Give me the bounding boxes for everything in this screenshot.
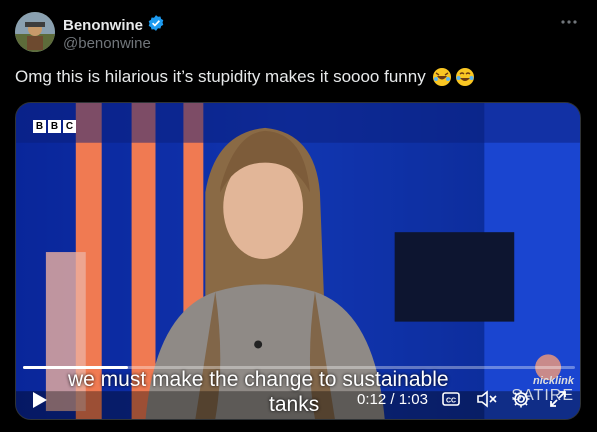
- rolling-on-floor-laughing-emoji: [432, 67, 452, 87]
- user-handle[interactable]: @benonwine: [63, 35, 151, 52]
- more-options-icon[interactable]: [559, 12, 579, 32]
- current-time: 0:12: [357, 391, 387, 408]
- watermark-top: nicklink: [533, 375, 574, 387]
- tweet-text-row: Omg this is hilarious it’s stupidity mak…: [15, 67, 475, 87]
- progress-fill: [23, 366, 128, 369]
- avatar[interactable]: [15, 12, 55, 52]
- muted-volume-icon[interactable]: [476, 389, 498, 411]
- logo-letter: C: [63, 120, 76, 133]
- settings-gear-icon[interactable]: [511, 389, 533, 411]
- video-player[interactable]: B B C we must make the change to sustain…: [15, 102, 581, 420]
- duration: 1:03: [398, 391, 428, 408]
- subtitle-line-1: we must make the change to sustainable: [68, 368, 449, 391]
- author-name-row: Benonwine: [63, 14, 165, 37]
- play-icon[interactable]: [28, 389, 50, 411]
- verified-badge-icon: [147, 14, 165, 37]
- captions-icon[interactable]: CC: [441, 389, 463, 411]
- bbc-logo: B B C: [33, 120, 76, 133]
- logo-letter: B: [48, 120, 61, 133]
- tears-of-joy-emoji: [455, 67, 475, 87]
- time-display: 0:12 / 1:03: [357, 391, 428, 408]
- progress-bar[interactable]: [23, 366, 575, 369]
- display-name[interactable]: Benonwine: [63, 17, 143, 34]
- fullscreen-icon[interactable]: [548, 389, 570, 411]
- svg-text:CC: CC: [446, 398, 456, 405]
- subtitle-line-2: tanks: [269, 393, 320, 416]
- tweet-text: Omg this is hilarious it’s stupidity mak…: [15, 67, 426, 86]
- logo-letter: B: [33, 120, 46, 133]
- time-separator: /: [390, 391, 395, 408]
